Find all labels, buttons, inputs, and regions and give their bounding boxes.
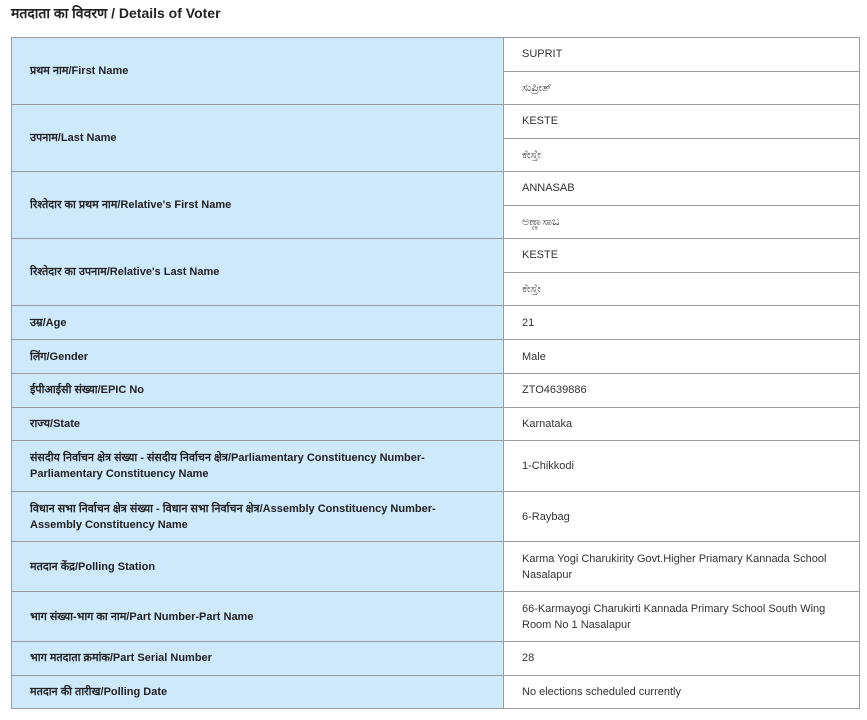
table-row: भाग मतदाता क्रमांक/Part Serial Number 28	[11, 641, 860, 676]
field-value: Karnataka	[503, 406, 860, 441]
field-value: 66-Karmayogi Charukirti Kannada Primary …	[503, 591, 860, 642]
table-row: भाग संख्या-भाग का नाम/Part Number-Part N…	[11, 591, 860, 642]
field-label: ईपीआईसी संख्या/EPIC No	[11, 373, 504, 408]
field-label: संसदीय निर्वाचन क्षेत्र संख्या - संसदीय …	[11, 440, 504, 492]
table-row: उपनाम/Last Name KESTE	[11, 104, 860, 172]
table-row: मतदान केंद्र/Polling Station Karma Yogi C…	[11, 541, 860, 592]
table-row: उम्र/Age 21	[11, 305, 860, 340]
table-row: मतदान की तारीख/Polling Date No elections …	[11, 674, 860, 709]
field-value: ZTO4639886	[503, 373, 860, 408]
table-row: रिश्तेदार का उपनाम/Relative's Last Name K…	[11, 238, 860, 306]
field-label: प्रथम नाम/First Name	[11, 37, 504, 105]
field-label: उम्र/Age	[11, 305, 504, 340]
field-value: Male	[503, 339, 860, 374]
field-label: मतदान केंद्र/Polling Station	[11, 541, 504, 592]
field-value: No elections scheduled currently	[503, 674, 860, 709]
field-value: KESTE	[503, 238, 860, 273]
voter-details-table: प्रथम नाम/First Name SUPRIT ಸುಪ್ರೀತ್ उपनाम/…	[11, 37, 860, 709]
field-label: राज्य/State	[11, 406, 504, 441]
table-row: प्रथम नाम/First Name SUPRIT	[11, 37, 860, 105]
field-value: ಅಣ್ಣಾಸಾಬ	[503, 204, 860, 239]
field-value: ANNASAB	[503, 171, 860, 206]
field-label: विधान सभा निर्वाचन क्षेत्र संख्या - विधा…	[11, 491, 504, 542]
field-value: 6-Raybag	[503, 491, 860, 542]
field-value: ಕೇಸ್ತೇ	[503, 271, 860, 306]
table-row: ईपीआईसी संख्या/EPIC No ZTO4639886	[11, 373, 860, 408]
field-label: उपनाम/Last Name	[11, 104, 504, 172]
field-value: SUPRIT	[503, 37, 860, 72]
field-value: Karma Yogi Charukirity Govt.Higher Priam…	[503, 541, 860, 592]
field-value: KESTE	[503, 104, 860, 139]
field-value: 1-Chikkodi	[503, 440, 860, 492]
field-label: रिश्तेदार का उपनाम/Relative's Last Name	[11, 238, 504, 306]
table-row: लिंग/Gender Male	[11, 339, 860, 374]
table-row: रिश्तेदार का प्रथम नाम/Relative's First …	[11, 171, 860, 239]
field-value: 21	[503, 305, 860, 340]
field-label: रिश्तेदार का प्रथम नाम/Relative's First …	[11, 171, 504, 239]
field-value: ಕೇಸ್ತೇ	[503, 137, 860, 172]
field-label: लिंग/Gender	[11, 339, 504, 374]
page-title: मतदाता का विवरण / Details of Voter	[11, 5, 221, 21]
field-label: मतदान की तारीख/Polling Date	[11, 674, 504, 709]
table-row: राज्य/State Karnataka	[11, 406, 860, 441]
table-row: संसदीय निर्वाचन क्षेत्र संख्या - संसदीय …	[11, 440, 860, 492]
table-row: विधान सभा निर्वाचन क्षेत्र संख्या - विधा…	[11, 491, 860, 542]
field-value: ಸುಪ್ರೀತ್	[503, 70, 860, 105]
field-label: भाग संख्या-भाग का नाम/Part Number-Part N…	[11, 591, 504, 642]
field-label: भाग मतदाता क्रमांक/Part Serial Number	[11, 641, 504, 676]
field-value: 28	[503, 641, 860, 676]
